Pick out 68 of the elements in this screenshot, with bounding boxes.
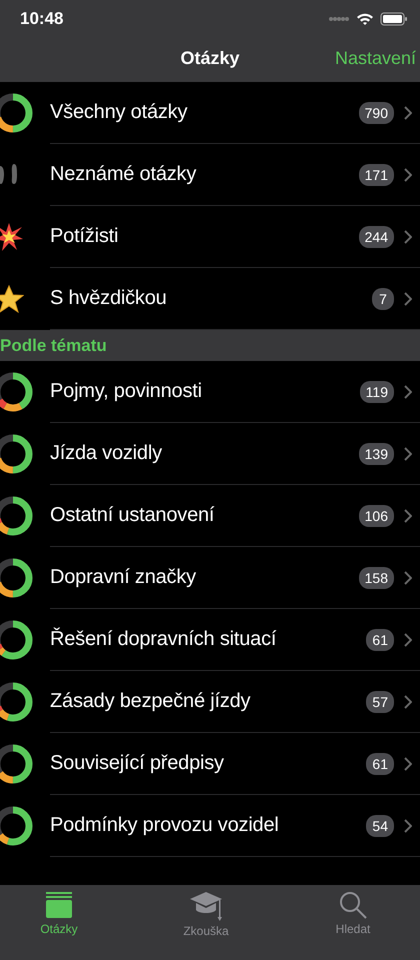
item-label: Potížisti: [50, 225, 120, 248]
item-label: Pojmy, povinnosti: [50, 380, 203, 403]
chevron-icon: [404, 384, 412, 398]
nav-title: Otázky: [180, 48, 240, 68]
progress-ring-icon: [0, 93, 33, 133]
chevron-icon: [404, 818, 412, 832]
progress-ring-icon: [0, 744, 33, 784]
item-label: Dopravní značky: [50, 566, 197, 589]
progress-ring-icon: [0, 496, 33, 536]
progress-ring-icon: [0, 620, 33, 660]
chevron-icon: [404, 632, 412, 646]
count-badge: 54: [366, 814, 394, 836]
progress-ring-icon: [0, 558, 33, 598]
settings-link[interactable]: Nastavení: [334, 48, 416, 69]
explosion-icon: [0, 222, 24, 252]
list-item[interactable]: Jízda vozidly 139: [0, 423, 420, 485]
chevron-icon: [404, 756, 412, 770]
section-header: Podle tématu: [0, 335, 108, 357]
list-item[interactable]: Pojmy, povinnosti 119: [0, 361, 420, 423]
item-label: Zásady bezpečné jízdy: [50, 690, 252, 713]
count-badge: 244: [358, 226, 394, 248]
count-badge: 171: [358, 164, 394, 186]
count-badge: 57: [366, 690, 394, 712]
list-item[interactable]: Dopravní značky 158: [0, 547, 420, 609]
item-label: Všechny otázky: [50, 101, 188, 124]
count-badge: 158: [358, 566, 394, 588]
chevron-icon: [404, 508, 412, 522]
count-badge: 139: [358, 442, 394, 464]
wifi-icon: [356, 12, 374, 26]
chevron-icon: [404, 230, 412, 244]
tab[interactable]: Otázky: [4, 885, 114, 938]
count-badge: 106: [358, 504, 394, 526]
count-badge: 61: [366, 628, 394, 650]
chevron-icon: [404, 292, 412, 306]
item-label: S hvězdičkou: [50, 287, 168, 310]
item-label: Ostatní ustanovení: [50, 504, 216, 527]
list-item[interactable]: Související předpisy 61: [0, 733, 420, 795]
item-label: Jízda vozidly: [50, 442, 163, 465]
item-label: Související předpisy: [50, 752, 225, 775]
list-item[interactable]: Všechny otázky 790: [0, 82, 420, 144]
chevron-icon: [404, 446, 412, 460]
list-item[interactable]: Neznámé otázky 171: [0, 144, 420, 206]
count-badge: 7: [372, 288, 394, 310]
chevron-icon: [404, 168, 412, 182]
item-label: Řešení dopravních situací: [50, 628, 278, 651]
progress-ring-icon: [0, 372, 33, 412]
tab[interactable]: Zkouška: [151, 885, 261, 938]
progress-ring-icon: [0, 434, 33, 474]
chevron-icon: [404, 570, 412, 584]
list-item[interactable]: Potížisti 244: [0, 206, 420, 268]
progress-ring-icon: [0, 682, 33, 722]
list-item[interactable]: Zásady bezpečné jízdy 57: [0, 671, 420, 733]
progress-ring-icon: [0, 806, 33, 846]
chevron-icon: [404, 694, 412, 708]
status-time: 10:48: [20, 9, 64, 29]
list-item[interactable]: Podmínky provozu vozidel 54: [0, 795, 420, 857]
list-item[interactable]: Řešení dopravních situací 61: [0, 609, 420, 671]
star-icon: [0, 284, 24, 314]
count-badge: 790: [358, 102, 394, 124]
item-label: Podmínky provozu vozidel: [50, 814, 280, 837]
signal-icon: [328, 16, 350, 22]
count-badge: 61: [366, 752, 394, 774]
count-badge: 119: [360, 380, 394, 402]
list-item[interactable]: Ostatní ustanovení 106: [0, 485, 420, 547]
chevron-icon: [404, 106, 412, 120]
item-label: Neznámé otázky: [50, 163, 198, 186]
battery-icon: [380, 12, 408, 26]
tab[interactable]: Hledat: [298, 885, 408, 938]
